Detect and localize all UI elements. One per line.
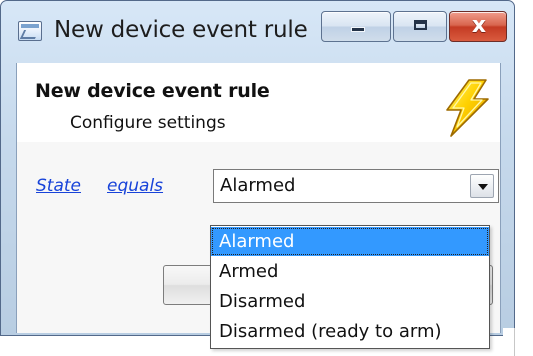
window-controls: x bbox=[321, 11, 509, 47]
background-divider bbox=[514, 328, 515, 356]
state-value-combobox[interactable]: Alarmed bbox=[213, 169, 499, 203]
maximize-icon bbox=[414, 20, 427, 30]
dialog-subheading: Configure settings bbox=[70, 113, 226, 133]
window-app-icon bbox=[18, 21, 42, 41]
title-bar[interactable]: New device event rule x bbox=[1, 1, 514, 63]
state-value-dropdown-list[interactable]: Alarmed Armed Disarmed Disarmed (ready t… bbox=[210, 225, 490, 349]
minimize-button[interactable] bbox=[321, 11, 391, 42]
lightning-icon bbox=[446, 79, 489, 137]
minimize-icon bbox=[351, 27, 365, 32]
close-button[interactable]: x bbox=[449, 11, 507, 42]
state-link[interactable]: State bbox=[36, 175, 81, 197]
dropdown-option-alarmed[interactable]: Alarmed bbox=[211, 227, 489, 256]
dialog-heading: New device event rule bbox=[35, 80, 270, 102]
dropdown-option-disarmed-ready-to-arm[interactable]: Disarmed (ready to arm) bbox=[211, 317, 489, 346]
background-corner bbox=[503, 328, 533, 356]
close-icon: x bbox=[471, 13, 487, 38]
state-value-selected: Alarmed bbox=[220, 175, 296, 196]
chevron-down-icon[interactable] bbox=[470, 174, 494, 198]
dropdown-option-armed[interactable]: Armed bbox=[211, 257, 489, 286]
window-title: New device event rule bbox=[54, 17, 308, 43]
screenshot-stage: New device event rule x New device event… bbox=[0, 0, 533, 356]
equals-link[interactable]: equals bbox=[107, 175, 163, 197]
maximize-button[interactable] bbox=[393, 11, 447, 42]
dropdown-option-disarmed[interactable]: Disarmed bbox=[211, 287, 489, 316]
dialog-header-panel: New device event rule Configure settings bbox=[17, 63, 500, 143]
